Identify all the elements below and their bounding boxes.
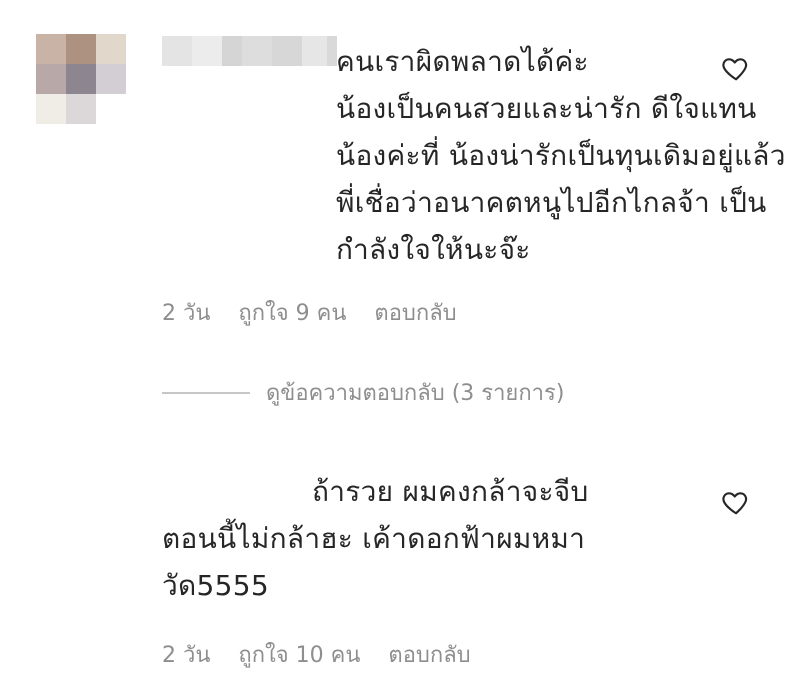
avatar[interactable] xyxy=(36,34,126,124)
avatar-pixel xyxy=(66,34,96,64)
username-blurred[interactable] xyxy=(162,36,337,66)
view-replies-button[interactable]: ดูข้อความตอบกลับ (3 รายการ) xyxy=(162,375,564,410)
comment-text: คนเราผิดพลาดได้ค่ะ น้องเป็นคนสวยและน่ารั… xyxy=(336,45,786,266)
avatar-pixel xyxy=(66,94,96,124)
avatar-pixel xyxy=(96,34,126,64)
comment-meta: 2 วัน ถูกใจ 10 คน ตอบกลับ xyxy=(162,637,471,672)
divider-line xyxy=(162,391,250,394)
avatar-pixel xyxy=(36,34,66,64)
avatar[interactable] xyxy=(36,437,126,527)
avatar-pixel xyxy=(66,497,96,527)
avatar-pixel xyxy=(36,437,66,467)
like-count[interactable]: ถูกใจ 9 คน xyxy=(238,295,346,330)
avatar-pixel xyxy=(96,64,126,94)
avatar-pixel xyxy=(96,467,126,497)
avatar-pixel xyxy=(66,64,96,94)
comment-text: ถ้ารวย ผมคงกล้าจะจีบ ตอนนี้ไม่กล้าฮะ เค้… xyxy=(162,475,589,602)
comment-time[interactable]: 2 วัน xyxy=(162,637,210,672)
avatar-pixel xyxy=(96,437,126,467)
avatar-pixel xyxy=(96,497,126,527)
avatar-pixel xyxy=(36,497,66,527)
avatar-pixel xyxy=(36,64,66,94)
heart-icon[interactable] xyxy=(721,487,751,517)
reply-button[interactable]: ตอบกลับ xyxy=(374,295,456,330)
comment-time[interactable]: 2 วัน xyxy=(162,295,210,330)
heart-icon[interactable] xyxy=(721,53,751,83)
avatar-pixel xyxy=(66,437,96,467)
like-count[interactable]: ถูกใจ 10 คน xyxy=(238,637,360,672)
reply-button[interactable]: ตอบกลับ xyxy=(388,637,470,672)
avatar-pixel xyxy=(36,467,66,497)
comment-meta: 2 วัน ถูกใจ 9 คน ตอบกลับ xyxy=(162,295,457,330)
avatar-pixel xyxy=(36,94,66,124)
avatar-pixel xyxy=(96,94,126,124)
avatar-pixel xyxy=(66,467,96,497)
view-replies-label: ดูข้อความตอบกลับ (3 รายการ) xyxy=(266,381,565,406)
